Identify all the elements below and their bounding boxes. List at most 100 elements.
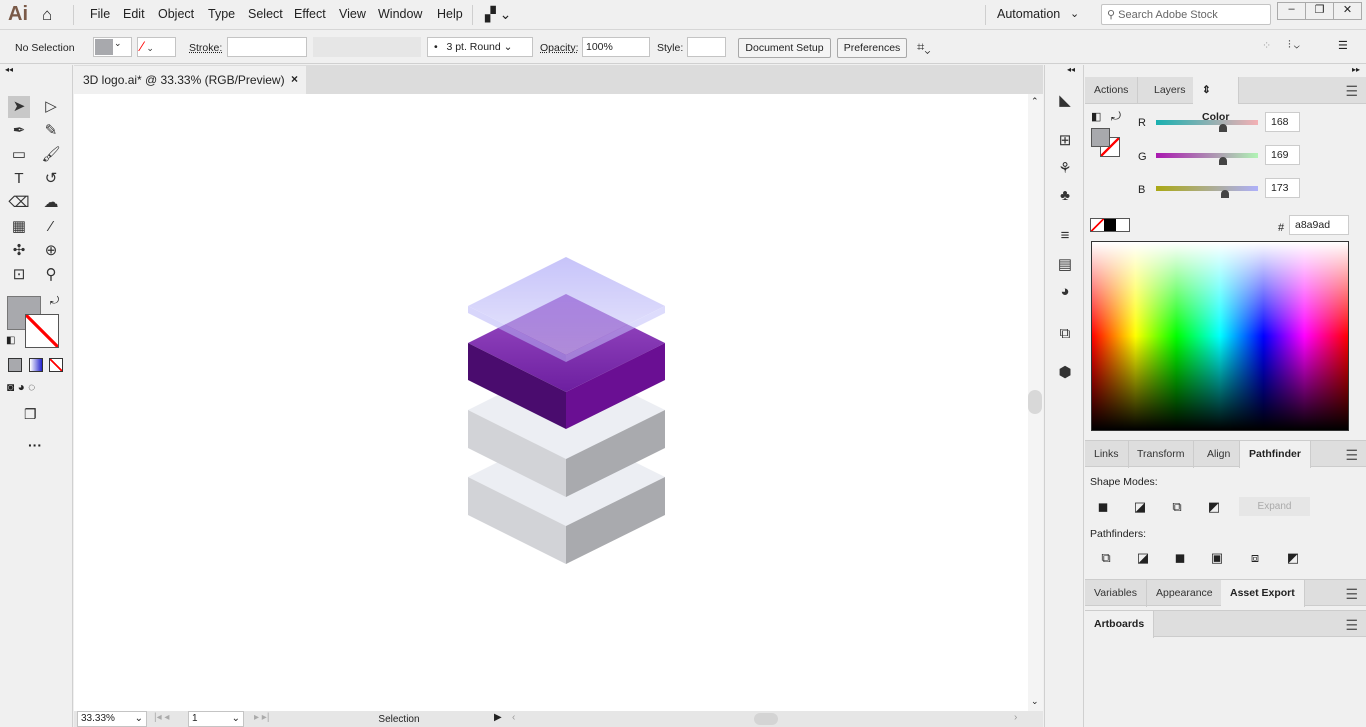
b-slider[interactable]	[1156, 186, 1258, 191]
horizontal-scroll-thumb[interactable]	[754, 713, 778, 725]
merge-icon[interactable]: ◼	[1172, 550, 1188, 566]
opacity-input[interactable]: 100%	[582, 37, 650, 57]
variable-width-profile[interactable]	[313, 37, 421, 57]
menu-window[interactable]: Window	[378, 7, 422, 21]
none-mode-icon[interactable]	[49, 358, 63, 372]
tab-links[interactable]: Links	[1085, 441, 1129, 468]
menu-effect[interactable]: Effect	[294, 7, 326, 21]
none-swatch[interactable]	[1091, 219, 1104, 231]
type-tool-icon[interactable]: T	[8, 168, 30, 190]
scroll-right-icon[interactable]: ›	[1014, 712, 1017, 723]
panel-fill-swatch[interactable]	[1091, 128, 1110, 147]
3d-icon[interactable]: ⬢	[1055, 363, 1075, 383]
menu-file[interactable]: File	[90, 7, 110, 21]
gradient-mode-icon[interactable]	[29, 358, 43, 372]
select-similar-icon[interactable]: ⌗⌄	[917, 39, 930, 55]
puppet-warp-tool-icon[interactable]: ☁	[40, 192, 62, 214]
scroll-left-icon[interactable]: ‹	[512, 712, 515, 723]
menu-help[interactable]: Help	[437, 7, 463, 21]
direct-selection-tool-icon[interactable]: ▷	[40, 96, 62, 118]
b-slider-thumb[interactable]	[1221, 190, 1230, 198]
first-prev-artboard-icon[interactable]: |◂ ◂	[154, 712, 169, 723]
document-tab[interactable]: 3D logo.ai* @ 33.33% (RGB/Preview) ×	[74, 66, 306, 94]
style-picker[interactable]	[687, 37, 726, 57]
fill-swatch[interactable]: ⌄	[93, 37, 132, 57]
workspace-switcher[interactable]: Automation	[997, 7, 1060, 21]
gradient-tool-icon[interactable]: ▦	[8, 216, 30, 238]
tab-layers[interactable]: Layers	[1145, 77, 1196, 104]
artboard-canvas[interactable]	[74, 94, 1028, 711]
draw-modes-icon[interactable]: ◙ ◕ ◌	[7, 380, 35, 394]
panel-menu-icon[interactable]: ☰	[1345, 586, 1358, 603]
default-colors-icon[interactable]: ◧	[6, 335, 15, 346]
expand-button[interactable]: Expand	[1239, 497, 1310, 516]
exclude-icon[interactable]: ◩	[1206, 499, 1222, 515]
rectangle-tool-icon[interactable]: ▭	[8, 144, 30, 166]
panel-menu-icon[interactable]: ☰	[1338, 39, 1348, 52]
restore-button[interactable]: ❐	[1306, 3, 1334, 19]
stroke-color-swatch[interactable]	[25, 314, 59, 348]
panel-menu-icon[interactable]: ☰	[1345, 447, 1358, 464]
r-input[interactable]: 168	[1265, 112, 1300, 132]
tab-transform[interactable]: Transform	[1128, 441, 1195, 468]
symbols-icon[interactable]: ♣	[1055, 187, 1075, 207]
selection-tool-icon[interactable]: ➤	[8, 96, 30, 118]
more-tools-icon[interactable]: ···	[28, 437, 42, 453]
next-last-artboard-icon[interactable]: ▸ ▸|	[254, 712, 269, 723]
intersect-icon[interactable]: ⧉	[1169, 499, 1185, 515]
stroke-icon[interactable]: ≡	[1055, 227, 1075, 247]
zoom-tool-icon[interactable]: ⚲	[40, 264, 62, 286]
r-slider[interactable]	[1156, 120, 1258, 125]
close-button[interactable]: ✕	[1334, 3, 1361, 19]
outline-icon[interactable]: ⧈	[1247, 550, 1263, 566]
b-input[interactable]: 173	[1265, 178, 1300, 198]
paintbrush-tool-icon[interactable]: 🖌	[40, 144, 62, 166]
black-swatch[interactable]	[1103, 219, 1117, 231]
gradient-icon[interactable]: ▤	[1055, 255, 1075, 275]
panel-menu-icon[interactable]: ☰	[1345, 617, 1358, 634]
menu-view[interactable]: View	[339, 7, 366, 21]
brush-definition[interactable]: • 3 pt. Round ⌄	[427, 37, 533, 57]
brushes-icon[interactable]: ⚘	[1055, 159, 1075, 179]
crop-icon[interactable]: ▣	[1209, 550, 1225, 566]
home-icon[interactable]: ⌂	[42, 5, 52, 25]
eraser-tool-icon[interactable]: ⌫	[8, 192, 30, 214]
transform-icon[interactable]: ⫶ ⌄	[1288, 39, 1300, 52]
stock-search[interactable]: ⚲ Search Adobe Stock	[1101, 4, 1271, 25]
g-input[interactable]: 169	[1265, 145, 1300, 165]
unite-icon[interactable]: ◼	[1095, 499, 1111, 515]
curvature-tool-icon[interactable]: ✎	[40, 120, 62, 142]
close-tab-icon[interactable]: ×	[291, 72, 298, 86]
tab-variables[interactable]: Variables	[1085, 580, 1147, 607]
preferences-button[interactable]: Preferences	[837, 38, 907, 58]
r-slider-thumb[interactable]	[1219, 124, 1228, 132]
minus-back-icon[interactable]: ◩	[1285, 550, 1301, 566]
expand-icon[interactable]: ▸▸	[1352, 65, 1360, 74]
color-mode-icon[interactable]	[8, 358, 22, 372]
artboard-select[interactable]: 1 ⌄	[188, 711, 244, 727]
tab-appearance[interactable]: Appearance	[1147, 580, 1223, 607]
transparency-icon[interactable]: ◕	[1055, 283, 1075, 303]
tab-asset-export[interactable]: Asset Export	[1221, 580, 1305, 607]
minus-front-icon[interactable]: ◪	[1132, 499, 1148, 515]
arrange-documents-icon[interactable]: ▞ ⌄	[485, 6, 511, 23]
align-icon[interactable]: ⁘	[1262, 39, 1271, 52]
tab-align[interactable]: Align	[1198, 441, 1241, 468]
color-guide-icon[interactable]: ◣	[1055, 91, 1075, 111]
pen-tool-icon[interactable]: ✒	[8, 120, 30, 142]
tab-actions[interactable]: Actions	[1085, 77, 1139, 104]
swap-fill-stroke-icon[interactable]: ⤾	[1111, 109, 1121, 124]
scroll-thumb[interactable]	[1028, 390, 1042, 414]
artboards-icon[interactable]: ⧉	[1055, 325, 1075, 345]
default-fill-stroke-icon[interactable]: ◧	[1091, 110, 1101, 123]
screen-mode-icon[interactable]: ❐	[24, 406, 37, 423]
hex-input[interactable]: a8a9ad	[1289, 215, 1349, 235]
tab-color[interactable]: ⇕ Color	[1193, 77, 1239, 123]
tab-pathfinder[interactable]: Pathfinder	[1240, 441, 1311, 468]
panel-menu-icon[interactable]: ☰	[1345, 83, 1358, 100]
status-menu-icon[interactable]: ▶	[494, 712, 502, 723]
menu-edit[interactable]: Edit	[123, 7, 145, 21]
minimize-button[interactable]: –	[1278, 3, 1306, 19]
color-spectrum[interactable]	[1091, 241, 1349, 431]
stroke-weight-input[interactable]	[227, 37, 307, 57]
